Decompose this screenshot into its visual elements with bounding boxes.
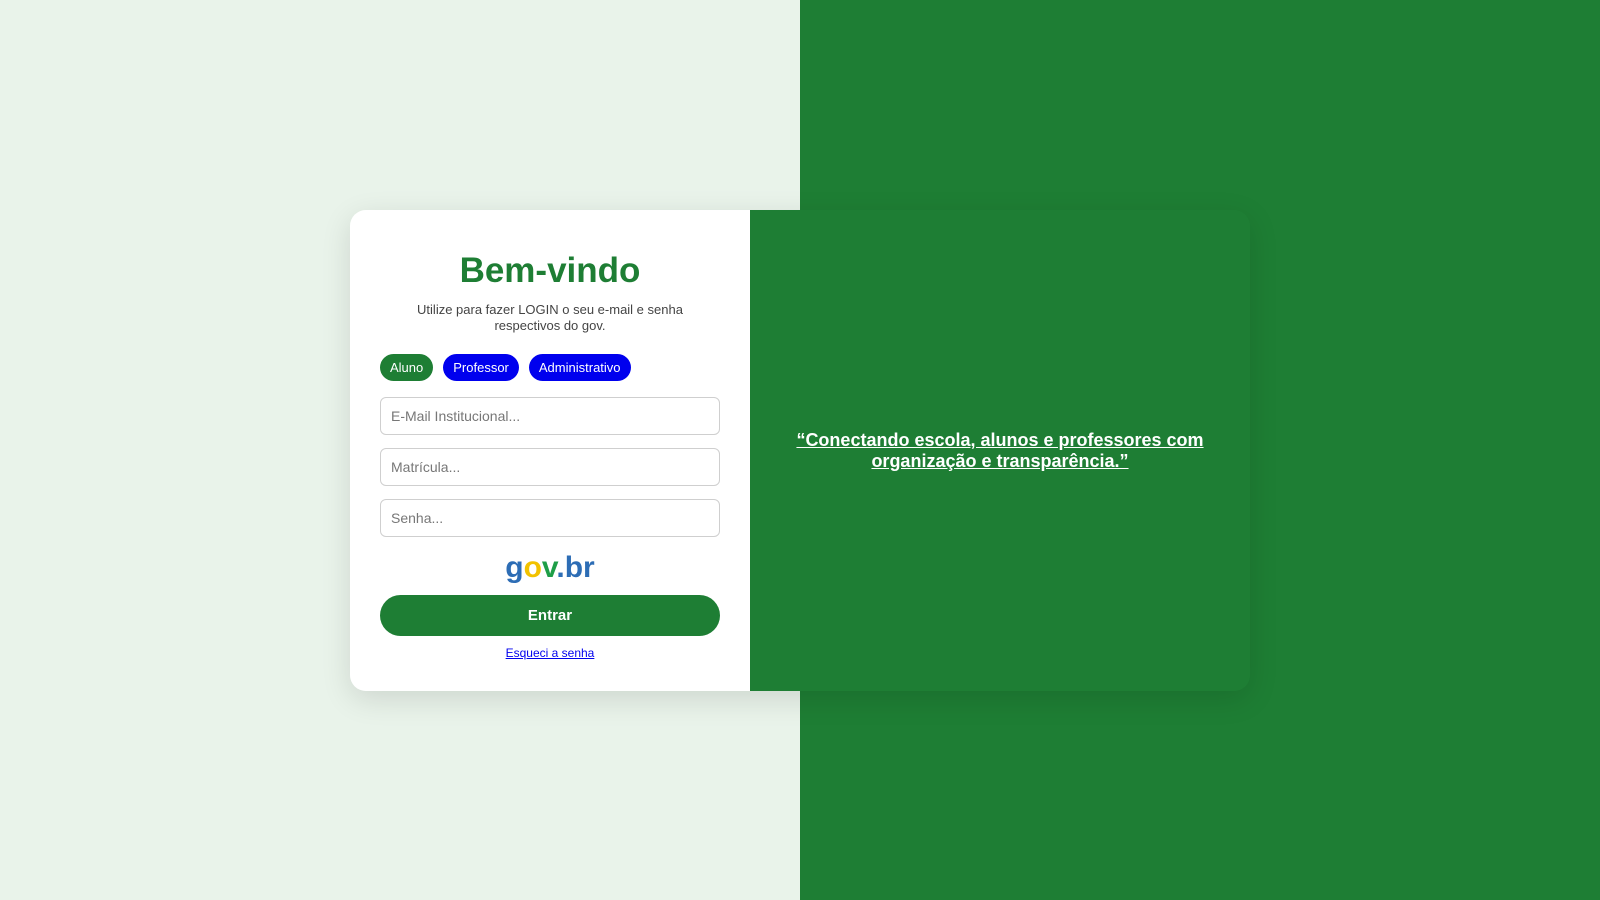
submit-button[interactable]: Entrar <box>380 595 720 636</box>
banner-quote: “Conectando escola, alunos e professores… <box>796 429 1204 471</box>
role-selector: Aluno Professor Administrativo <box>380 354 631 381</box>
page-title: Bem-vindo <box>459 251 641 290</box>
matricula-field[interactable] <box>380 448 720 486</box>
role-button-professor[interactable]: Professor <box>443 354 519 381</box>
forgot-password-link[interactable]: Esqueci a senha <box>506 646 595 660</box>
login-card: Bem-vindo Utilize para fazer LOGIN o seu… <box>350 210 1250 691</box>
banner-panel: “Conectando escola, alunos e professores… <box>750 210 1250 691</box>
gov-br-logo: gov.br <box>505 551 594 585</box>
login-instructions: Utilize para fazer LOGIN o seu e-mail e … <box>417 302 683 333</box>
password-field[interactable] <box>380 499 720 537</box>
gov-logo-dot: . <box>556 551 565 584</box>
gov-logo-letter-v: v <box>541 551 557 584</box>
gov-logo-br: br <box>564 551 595 584</box>
role-button-aluno[interactable]: Aluno <box>380 354 434 381</box>
email-field[interactable] <box>380 397 720 435</box>
login-form-panel: Bem-vindo Utilize para fazer LOGIN o seu… <box>350 210 750 691</box>
gov-logo-letter-o: o <box>523 551 542 584</box>
gov-logo-letter-g: g <box>505 551 524 584</box>
role-button-administrativo[interactable]: Administrativo <box>528 354 631 381</box>
